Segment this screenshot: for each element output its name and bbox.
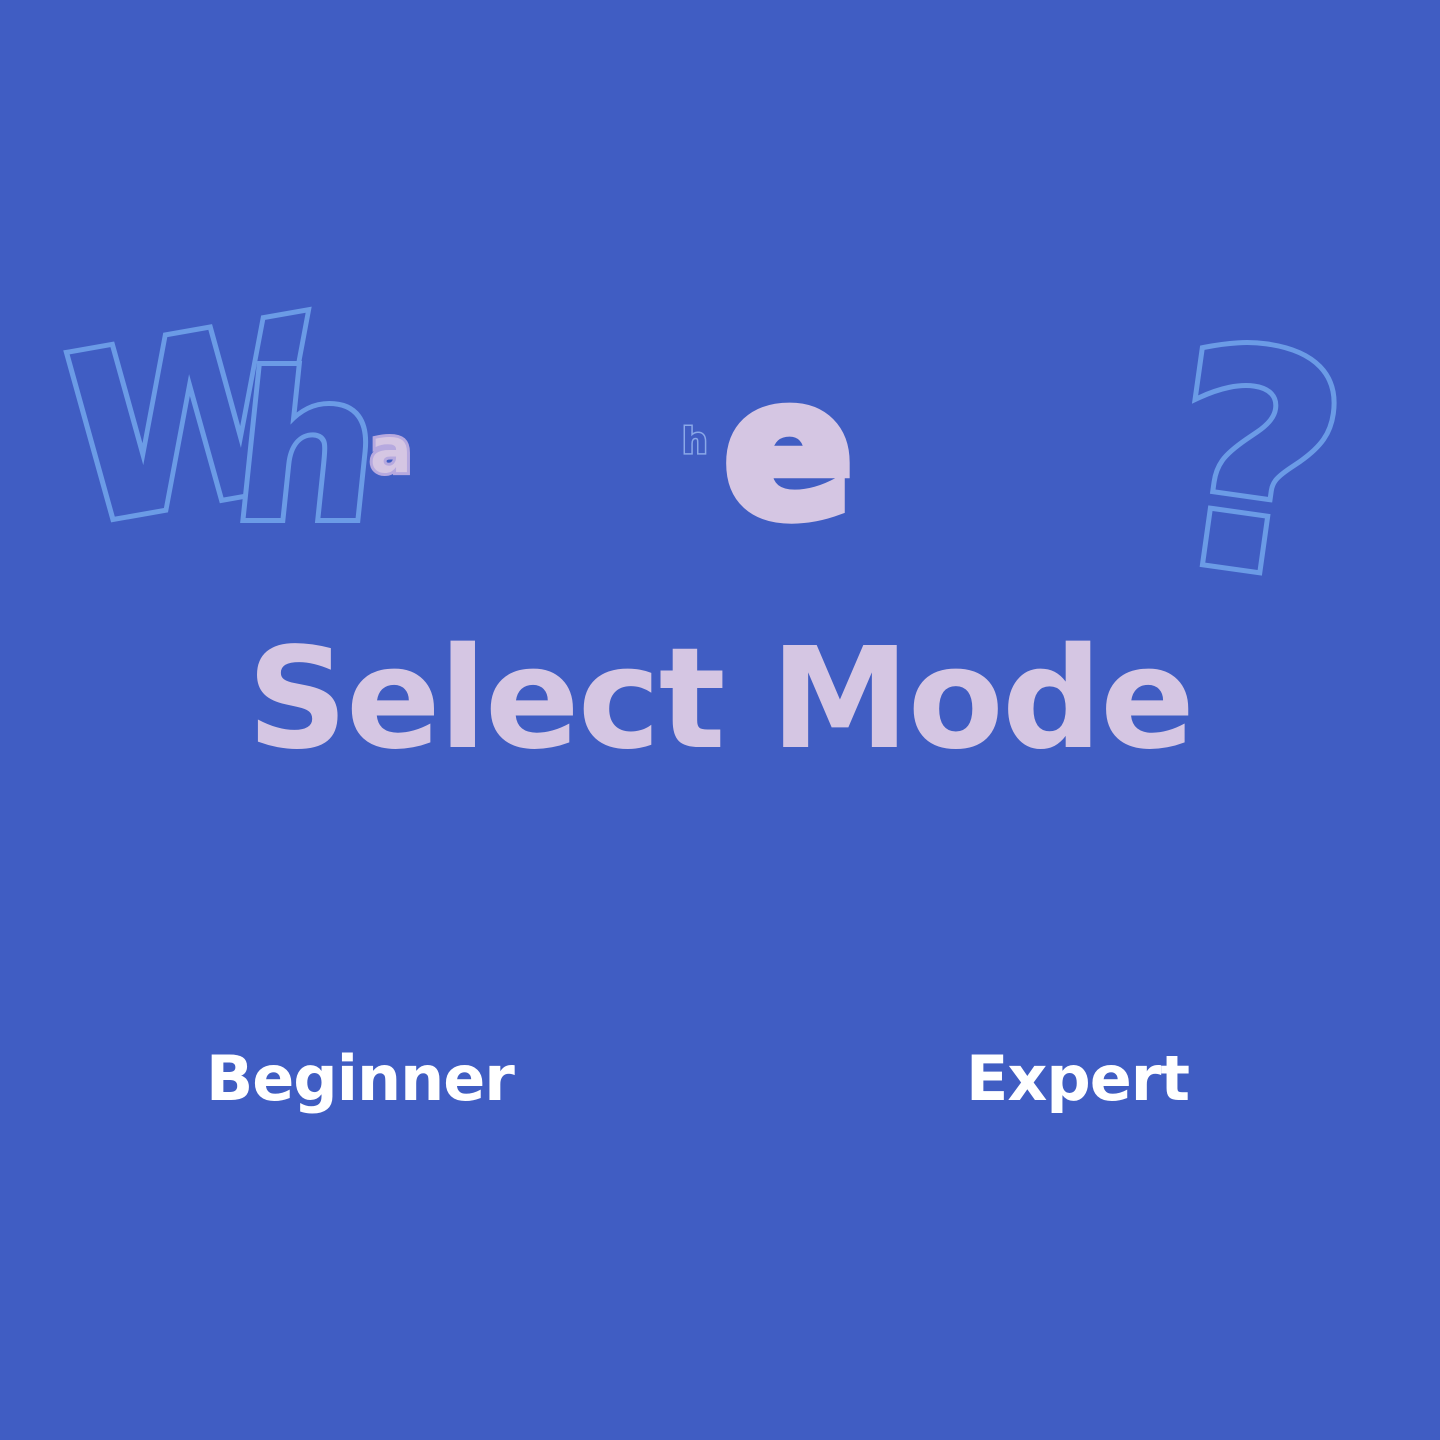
- mode-select-screen: W h a h e ? Select Mode Beginner Expert: [0, 0, 1440, 1440]
- decor-letter-a: a: [367, 414, 415, 487]
- decor-question-mark: ?: [1140, 275, 1371, 655]
- expert-mode-button[interactable]: Expert: [966, 1048, 1190, 1110]
- decor-letter-small-h: h: [681, 421, 710, 462]
- beginner-mode-button[interactable]: Beginner: [206, 1048, 515, 1110]
- decor-letter-h: h: [219, 328, 396, 571]
- decor-letter-e: e: [718, 339, 859, 560]
- page-title: Select Mode: [246, 618, 1195, 781]
